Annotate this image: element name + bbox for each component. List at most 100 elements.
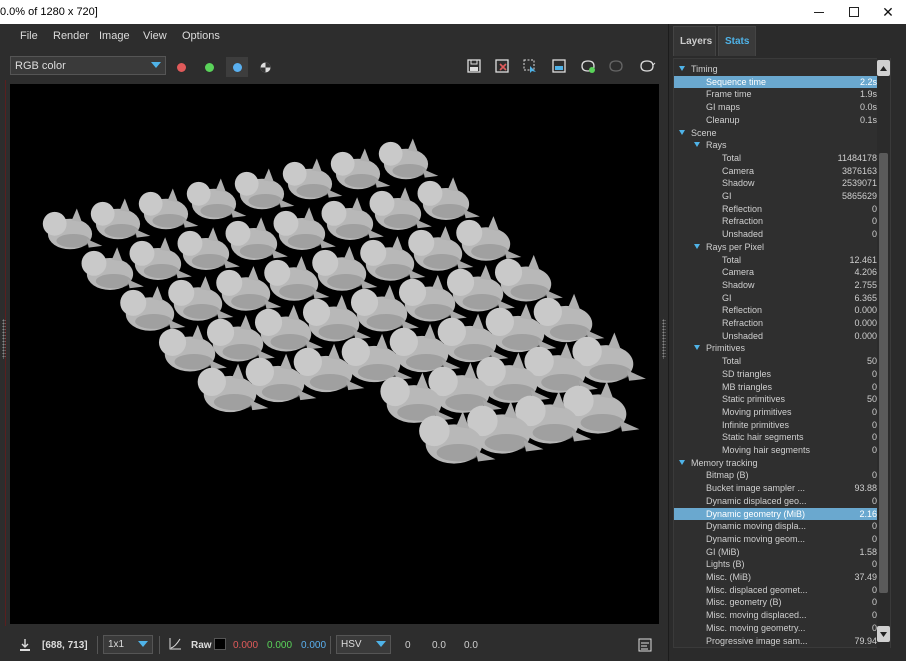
stop-render-button[interactable] — [636, 56, 658, 76]
scroll-thumb[interactable] — [879, 153, 888, 593]
stats-row[interactable]: GI 5865629 — [674, 190, 890, 202]
stats-row[interactable]: SD triangles 0 — [674, 368, 890, 380]
stats-row[interactable]: Camera 3876163 — [674, 165, 890, 177]
expand-arrow-icon[interactable] — [694, 345, 700, 351]
stats-label: Lights (B) — [706, 559, 745, 570]
expand-arrow-icon[interactable] — [679, 129, 685, 135]
minimize-button[interactable] — [801, 0, 837, 24]
stats-row[interactable]: Total 11484178 — [674, 152, 890, 164]
stats-label: Refraction — [722, 216, 764, 227]
stats-group-row[interactable]: Timing — [674, 63, 890, 75]
rendered-figure — [378, 138, 439, 180]
stats-row[interactable]: Dynamic moving displa... 0 — [674, 520, 890, 532]
stats-row[interactable]: Shadow 2.755 — [674, 279, 890, 291]
close-icon: ✕ — [882, 3, 894, 20]
color-swatch — [214, 638, 226, 650]
stats-row[interactable]: Misc. displaced geomet... 0 — [674, 584, 890, 596]
stats-row[interactable]: Bucket image sampler ... 93.88 — [674, 482, 890, 494]
stats-row[interactable]: Misc. moving displaced... 0 — [674, 609, 890, 621]
blue-channel-button[interactable] — [226, 57, 248, 77]
stats-row[interactable]: Static primitives 50 — [674, 393, 890, 405]
stats-row[interactable]: GI maps 0.0s — [674, 101, 890, 113]
stats-row[interactable]: Dynamic moving geom... 0 — [674, 533, 890, 545]
stats-row[interactable]: Dynamic displaced geo... 0 — [674, 495, 890, 507]
render-viewport[interactable] — [10, 84, 659, 624]
stats-row[interactable]: Static hair segments 0 — [674, 431, 890, 443]
stats-row[interactable]: Infinite primitives 0 — [674, 419, 890, 431]
channel-select[interactable]: RGB color — [10, 56, 166, 75]
stats-group-row[interactable]: Memory tracking — [674, 457, 890, 469]
expand-arrow-icon[interactable] — [694, 243, 700, 249]
stats-group-row[interactable]: Primitives — [674, 342, 890, 354]
scroll-up-button[interactable] — [877, 60, 890, 76]
menu-file[interactable]: File — [20, 30, 38, 42]
stats-row[interactable]: Moving hair segments 0 — [674, 444, 890, 456]
stats-label: Dynamic displaced geo... — [706, 495, 807, 506]
scroll-down-button[interactable] — [877, 626, 890, 642]
stats-label: Moving primitives — [722, 406, 792, 417]
green-channel-button[interactable] — [198, 57, 220, 77]
stats-row[interactable]: Sequence time 2.2s — [674, 75, 890, 88]
track-mouse-button[interactable] — [548, 56, 570, 76]
close-button[interactable]: ✕ — [870, 0, 906, 24]
menu-image[interactable]: Image — [99, 30, 130, 42]
stats-label: Reflection — [722, 203, 763, 214]
curve-icon[interactable] — [168, 637, 182, 654]
menu-view[interactable]: View — [143, 30, 167, 42]
menu-render[interactable]: Render — [53, 30, 89, 42]
tab-layers[interactable]: Layers — [673, 26, 716, 56]
stats-row[interactable]: Frame time 1.9s — [674, 88, 890, 100]
expand-arrow-icon[interactable] — [679, 459, 685, 465]
left-splitter-grip[interactable] — [2, 319, 6, 359]
clear-icon — [495, 59, 509, 73]
stats-row[interactable]: Unshaded 0 — [674, 228, 890, 240]
render-button[interactable] — [577, 56, 599, 76]
stats-group-row[interactable]: Scene — [674, 127, 890, 139]
stats-row[interactable]: Bitmap (B) 0 — [674, 469, 890, 481]
rendered-figure — [494, 254, 563, 302]
stats-row[interactable]: Refraction 0 — [674, 215, 890, 227]
stats-row[interactable]: Misc. geometry (B) 0 — [674, 596, 890, 608]
stats-row[interactable]: Reflection 0.000 — [674, 304, 890, 316]
region-render-button[interactable] — [519, 56, 541, 76]
expand-arrow-icon[interactable] — [694, 142, 700, 148]
color-mode-select[interactable]: HSV — [336, 635, 391, 654]
window-title: 0.0% of 1280 x 720] — [0, 6, 98, 18]
save-image-button[interactable] — [463, 56, 485, 76]
stats-row[interactable]: Camera 4.206 — [674, 266, 890, 278]
stats-row[interactable]: Misc. (MiB) 37.49 — [674, 571, 890, 583]
menu-options[interactable]: Options — [182, 30, 220, 42]
stats-row[interactable]: Progressive image sam... 79.94 — [674, 635, 890, 647]
stats-label: Frame time — [706, 89, 752, 100]
stats-row[interactable]: Shadow 2539071 — [674, 177, 890, 189]
stats-group-row[interactable]: Rays — [674, 139, 890, 151]
chevron-up-icon — [880, 65, 887, 71]
clear-image-button[interactable] — [491, 56, 513, 76]
interactive-render-button[interactable] — [605, 56, 627, 76]
right-splitter-grip[interactable] — [662, 319, 666, 359]
red-channel-button[interactable] — [170, 57, 192, 77]
stats-row[interactable]: Moving primitives 0 — [674, 406, 890, 418]
stats-row[interactable]: Total 50 — [674, 355, 890, 367]
stats-row[interactable]: Reflection 0 — [674, 203, 890, 215]
stats-row[interactable]: Unshaded 0.000 — [674, 330, 890, 342]
stats-group-row[interactable]: Rays per Pixel — [674, 241, 890, 253]
stats-row[interactable]: MB triangles 0 — [674, 381, 890, 393]
stats-row[interactable]: Dynamic geometry (MiB) 2.16 — [674, 507, 890, 520]
log-icon[interactable] — [638, 638, 652, 655]
stats-row[interactable]: Misc. moving geometry... 0 — [674, 622, 890, 634]
stats-row[interactable]: Lights (B) 0 — [674, 558, 890, 570]
stats-row[interactable]: Cleanup 0.1s — [674, 114, 890, 126]
stats-row[interactable]: Total 12.461 — [674, 254, 890, 266]
alpha-channel-button[interactable] — [254, 57, 276, 77]
stats-row[interactable]: GI 6.365 — [674, 292, 890, 304]
render-teapot-icon — [581, 60, 595, 73]
stats-scrollbar[interactable] — [877, 58, 890, 648]
tab-stats[interactable]: Stats — [718, 26, 756, 56]
maximize-button[interactable] — [836, 0, 872, 24]
expand-arrow-icon[interactable] — [679, 66, 685, 71]
stats-row[interactable]: GI (MiB) 1.58 — [674, 546, 890, 558]
stats-row[interactable]: Refraction 0.000 — [674, 317, 890, 329]
zoom-select[interactable]: 1x1 — [103, 635, 153, 654]
pick-pixel-icon[interactable] — [18, 638, 32, 655]
